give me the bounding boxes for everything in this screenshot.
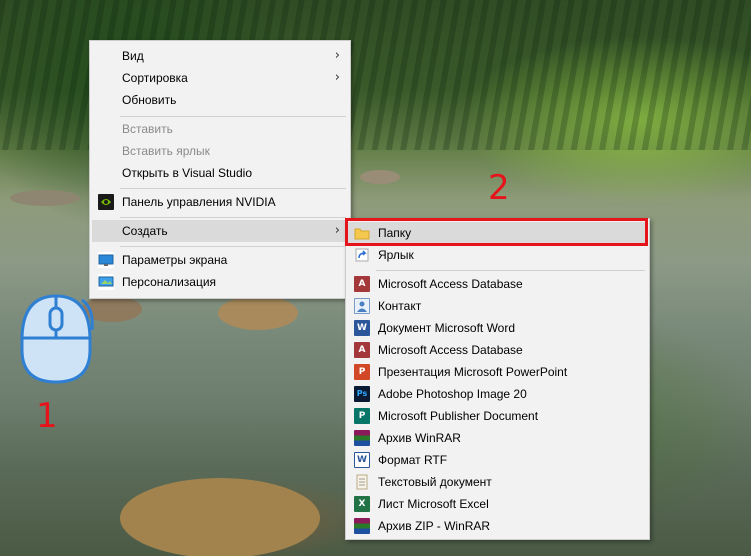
menu-item-label: Презентация Microsoft PowerPoint	[378, 365, 568, 379]
wallpaper-rock	[120, 478, 320, 556]
menu-item-label: Контакт	[378, 299, 422, 313]
display-settings-icon	[98, 252, 114, 268]
personalization-icon	[98, 274, 114, 290]
menu-item-label: Документ Microsoft Word	[378, 321, 516, 335]
menu-item-label: Обновить	[122, 93, 177, 107]
menu-item-label: Архив ZIP - WinRAR	[378, 519, 491, 533]
winrar-icon	[354, 430, 370, 446]
submenu-item-winrar-zip[interactable]: Архив ZIP - WinRAR	[348, 515, 647, 537]
submenu-item-rtf[interactable]: W Формат RTF	[348, 449, 647, 471]
shortcut-icon	[354, 247, 370, 263]
menu-item-sort[interactable]: Сортировка ›	[92, 67, 348, 89]
chevron-right-icon: ›	[334, 223, 340, 238]
menu-item-display-settings[interactable]: Параметры экрана	[92, 249, 348, 271]
menu-item-paste[interactable]: Вставить	[92, 118, 348, 140]
wallpaper-rock	[10, 190, 80, 206]
menu-item-paste-shortcut[interactable]: Вставить ярлык	[92, 140, 348, 162]
menu-item-label: Открыть в Visual Studio	[122, 166, 252, 180]
menu-item-label: Параметры экрана	[122, 253, 228, 267]
submenu-item-contact[interactable]: Контакт	[348, 295, 647, 317]
winrar-zip-icon	[354, 518, 370, 534]
submenu-item-access-database[interactable]: A Microsoft Access Database	[348, 273, 647, 295]
wallpaper-rock	[360, 170, 400, 184]
submenu-item-text-document[interactable]: Текстовый документ	[348, 471, 647, 493]
menu-item-refresh[interactable]: Обновить	[92, 89, 348, 111]
access-icon: A	[354, 342, 370, 358]
submenu-item-publisher[interactable]: P Microsoft Publisher Document	[348, 405, 647, 427]
step-2-label: 2	[488, 168, 510, 208]
desktop-context-menu: Вид › Сортировка › Обновить Вставить Вст…	[89, 40, 351, 299]
excel-icon: X	[354, 496, 370, 512]
chevron-right-icon: ›	[334, 48, 340, 63]
menu-item-personalization[interactable]: Персонализация	[92, 271, 348, 293]
menu-item-label: Вставить	[122, 122, 173, 136]
text-document-icon	[354, 474, 370, 490]
menu-separator	[120, 116, 346, 117]
contact-icon	[354, 298, 370, 314]
chevron-right-icon: ›	[334, 70, 340, 85]
menu-separator	[120, 217, 346, 218]
create-submenu: Папку Ярлык A Microsoft Access Database …	[345, 218, 650, 540]
nvidia-icon	[98, 194, 114, 210]
rtf-icon: W	[354, 452, 370, 468]
menu-item-label: Вставить ярлык	[122, 144, 210, 158]
menu-item-create[interactable]: Создать ›	[92, 220, 348, 242]
menu-item-open-visual-studio[interactable]: Открыть в Visual Studio	[92, 162, 348, 184]
menu-item-label: Вид	[122, 49, 144, 63]
wallpaper-rock	[218, 296, 298, 330]
menu-separator	[376, 270, 645, 271]
menu-item-label: Создать	[122, 224, 168, 238]
menu-separator	[120, 246, 346, 247]
step-1-label: 1	[36, 396, 58, 436]
submenu-item-shortcut[interactable]: Ярлык	[348, 244, 647, 266]
word-icon: W	[354, 320, 370, 336]
menu-item-label: Сортировка	[122, 71, 188, 85]
menu-item-label: Microsoft Access Database	[378, 277, 523, 291]
menu-item-label: Текстовый документ	[378, 475, 492, 489]
powerpoint-icon: P	[354, 364, 370, 380]
submenu-item-powerpoint[interactable]: P Презентация Microsoft PowerPoint	[348, 361, 647, 383]
publisher-icon: P	[354, 408, 370, 424]
menu-item-label: Архив WinRAR	[378, 431, 461, 445]
submenu-item-excel[interactable]: X Лист Microsoft Excel	[348, 493, 647, 515]
folder-highlight-box	[345, 218, 648, 246]
menu-item-label: Microsoft Publisher Document	[378, 409, 539, 423]
menu-item-label: Microsoft Access Database	[378, 343, 523, 357]
menu-item-label: Панель управления NVIDIA	[122, 195, 276, 209]
access-icon: A	[354, 276, 370, 292]
menu-item-label: Ярлык	[378, 248, 414, 262]
menu-item-label: Персонализация	[122, 275, 217, 289]
submenu-item-photoshop[interactable]: Ps Adobe Photoshop Image 20	[348, 383, 647, 405]
submenu-item-access-database-2[interactable]: A Microsoft Access Database	[348, 339, 647, 361]
photoshop-icon: Ps	[354, 386, 370, 402]
menu-separator	[120, 188, 346, 189]
submenu-item-word-document[interactable]: W Документ Microsoft Word	[348, 317, 647, 339]
submenu-item-winrar[interactable]: Архив WinRAR	[348, 427, 647, 449]
menu-item-label: Лист Microsoft Excel	[378, 497, 489, 511]
menu-item-view[interactable]: Вид ›	[92, 45, 348, 67]
menu-item-label: Adobe Photoshop Image 20	[378, 387, 527, 401]
menu-item-label: Формат RTF	[378, 453, 448, 467]
menu-item-nvidia-panel[interactable]: Панель управления NVIDIA	[92, 191, 348, 213]
mouse-right-click-icon	[20, 294, 94, 384]
